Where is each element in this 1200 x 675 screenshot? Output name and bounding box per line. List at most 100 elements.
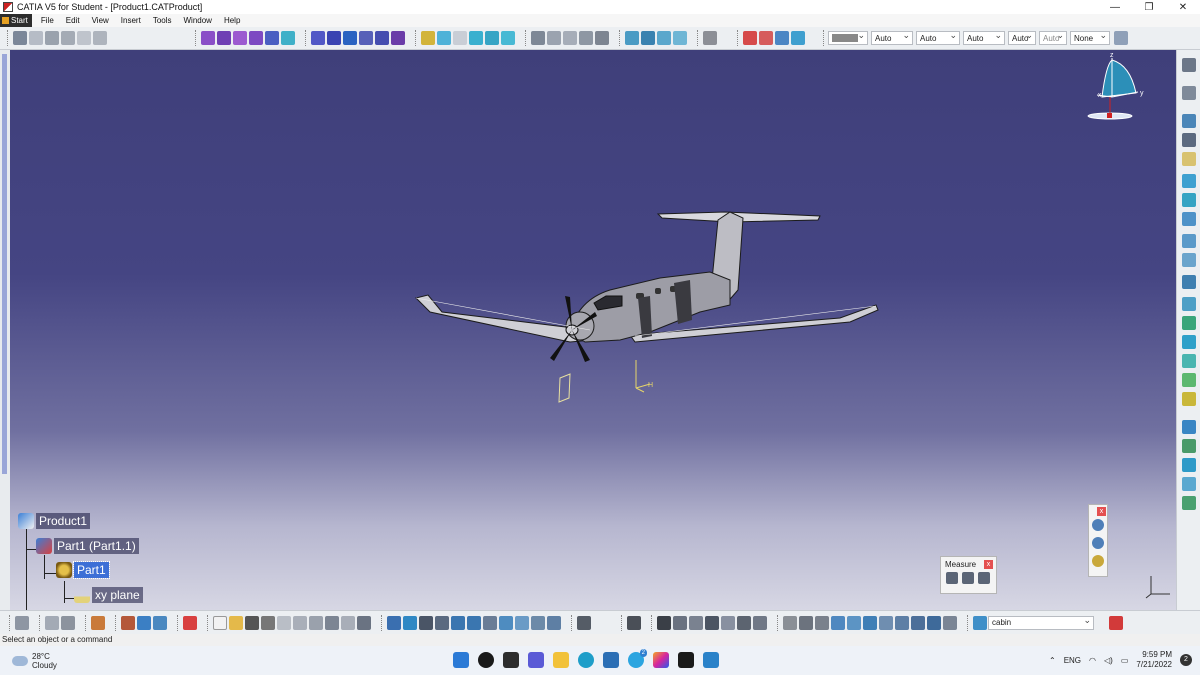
rule-icon[interactable]	[689, 615, 703, 630]
color-combo[interactable]	[828, 30, 868, 45]
panel-tool-1-icon[interactable]	[1092, 519, 1104, 531]
measure-inertia-icon[interactable]	[978, 572, 990, 584]
tree-node-xy-plane[interactable]: xy plane	[74, 587, 143, 603]
dim-icon[interactable]	[911, 615, 925, 630]
file-explorer-icon[interactable]	[553, 652, 569, 668]
corner-icon[interactable]	[1181, 275, 1196, 289]
existing-component-icon[interactable]	[249, 31, 263, 45]
bin-icon[interactable]	[61, 615, 75, 630]
undo-icon[interactable]	[325, 615, 339, 630]
panel-tool-3-icon[interactable]	[1092, 555, 1104, 567]
blend-icon[interactable]	[673, 31, 687, 45]
notification-badge[interactable]: 2	[1180, 654, 1192, 666]
revolve-icon[interactable]	[1181, 193, 1196, 207]
extrude-icon[interactable]	[1181, 174, 1196, 188]
surface-icon[interactable]	[625, 31, 639, 45]
none-combo[interactable]: None	[1070, 30, 1110, 45]
tree-toggle-icon[interactable]	[15, 615, 29, 630]
part-icon[interactable]	[233, 31, 247, 45]
grid-icon[interactable]	[831, 615, 845, 630]
airplane-model[interactable]	[415, 211, 879, 362]
menu-file[interactable]: File	[35, 16, 60, 25]
settings-icon[interactable]	[93, 31, 107, 45]
axis-system[interactable]: H	[635, 360, 653, 393]
properties-icon[interactable]	[1114, 31, 1128, 45]
edge-icon[interactable]	[578, 652, 594, 668]
maximize-button[interactable]: ❐	[1132, 0, 1166, 14]
iso-view-icon[interactable]	[499, 615, 513, 630]
replace-icon[interactable]	[265, 31, 279, 45]
tree-node-part1-instance[interactable]: Part1 (Part1.1)	[36, 538, 139, 554]
explode-icon[interactable]	[343, 31, 357, 45]
copy-icon[interactable]	[45, 615, 59, 630]
fit-all-icon[interactable]	[403, 615, 417, 630]
table-icon[interactable]	[137, 615, 151, 630]
linetype-combo[interactable]: Auto	[871, 30, 913, 45]
rotate-view-icon[interactable]	[435, 615, 449, 630]
render-style-icon[interactable]	[783, 615, 797, 630]
coincidence-icon[interactable]	[421, 31, 435, 45]
component-icon[interactable]	[201, 31, 215, 45]
symmetry-icon[interactable]	[1181, 458, 1196, 472]
rotate-icon[interactable]	[1181, 439, 1196, 453]
save-icon[interactable]	[245, 615, 259, 630]
shading-mode-icon[interactable]	[515, 615, 529, 630]
instagram-icon[interactable]	[653, 652, 669, 668]
translate-icon[interactable]	[1181, 420, 1196, 434]
shading-icon[interactable]	[775, 31, 789, 45]
healing-icon[interactable]	[1181, 354, 1196, 368]
store-icon[interactable]	[603, 652, 619, 668]
sphere-icon[interactable]	[1181, 212, 1196, 226]
product-icon[interactable]	[217, 31, 231, 45]
menu-insert[interactable]: Insert	[115, 16, 147, 25]
wifi-icon[interactable]: ◠	[1089, 656, 1096, 665]
help-icon[interactable]	[357, 615, 371, 630]
zoom-out-icon[interactable]	[467, 615, 481, 630]
law-icon[interactable]	[721, 615, 735, 630]
language-indicator[interactable]: ENG	[1064, 656, 1081, 665]
copy-doc-icon[interactable]	[293, 615, 307, 630]
telegram-icon[interactable]: 2	[628, 649, 647, 668]
offset-surface-icon[interactable]	[1181, 373, 1196, 387]
left-scrollbar[interactable]	[0, 50, 10, 610]
chat-icon[interactable]	[528, 652, 544, 668]
menu-start[interactable]: Start	[0, 14, 32, 27]
minimize-button[interactable]: —	[1098, 0, 1132, 14]
hide-show-icon[interactable]	[531, 615, 545, 630]
layers-icon[interactable]	[927, 615, 941, 630]
compass[interactable]: y x z	[1087, 52, 1144, 120]
menu-tools[interactable]: Tools	[147, 16, 178, 25]
tools-icon[interactable]	[45, 31, 59, 45]
graph-icon[interactable]	[281, 31, 295, 45]
measure-item-icon[interactable]	[962, 572, 974, 584]
manipulate-icon[interactable]	[311, 31, 325, 45]
plane-icon[interactable]	[1181, 152, 1196, 166]
cut-icon[interactable]	[277, 615, 291, 630]
catalog-icon[interactable]	[77, 31, 91, 45]
xy-plane-shape[interactable]	[558, 373, 571, 403]
menu-view[interactable]: View	[86, 16, 115, 25]
fill-icon[interactable]	[641, 31, 655, 45]
volume-icon[interactable]: ◁)	[1104, 656, 1113, 665]
thicken-icon[interactable]	[1181, 392, 1196, 406]
formula-icon[interactable]	[657, 615, 671, 630]
material-icon[interactable]	[973, 615, 987, 630]
panel-close-button[interactable]: x	[1097, 507, 1106, 516]
catia-taskbar-icon[interactable]	[678, 652, 694, 668]
paste-icon[interactable]	[309, 615, 323, 630]
assembly-icon[interactable]	[13, 31, 27, 45]
pan-icon[interactable]	[419, 615, 433, 630]
windows-start-icon[interactable]	[453, 652, 469, 668]
knowledge-icon[interactable]	[121, 615, 135, 630]
measure-close-button[interactable]: x	[984, 560, 993, 569]
zoom-in-icon[interactable]	[451, 615, 465, 630]
filter-icon[interactable]	[943, 615, 957, 630]
new-icon[interactable]	[213, 615, 227, 630]
affinity-icon[interactable]	[1181, 496, 1196, 510]
cube-icon[interactable]	[847, 615, 861, 630]
pencil-icon[interactable]	[595, 31, 609, 45]
tree-node-part1[interactable]: Part1	[56, 561, 110, 579]
contact-icon[interactable]	[437, 31, 451, 45]
sketch-icon[interactable]	[531, 31, 545, 45]
render-icon[interactable]	[791, 31, 805, 45]
